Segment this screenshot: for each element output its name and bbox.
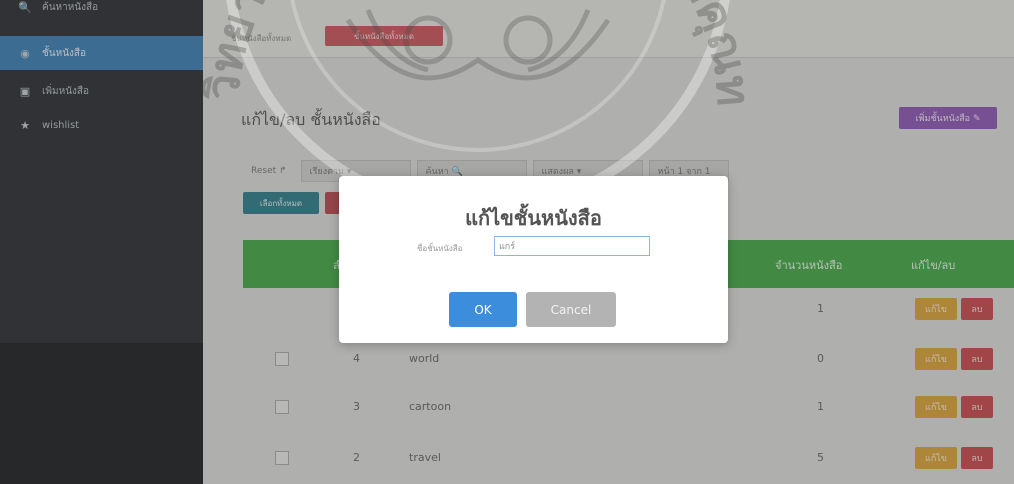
edit-bookshelf-dialog: แก้ไขชั้นหนังสือ ชื่อชั้นหนังสือ OK Canc… xyxy=(339,176,728,343)
cancel-button[interactable]: Cancel xyxy=(526,292,616,327)
ok-button[interactable]: OK xyxy=(449,292,517,327)
dialog-title: แก้ไขชั้นหนังสือ xyxy=(465,206,602,230)
shelf-name-label: ชื่อชั้นหนังสือ xyxy=(417,244,463,253)
shelf-name-input[interactable] xyxy=(494,236,650,256)
